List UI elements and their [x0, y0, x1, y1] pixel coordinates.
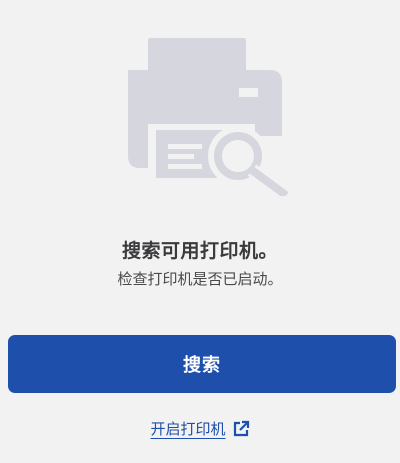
- printer-search-icon: [128, 38, 291, 196]
- turn-on-printer-link[interactable]: 开启打印机: [0, 418, 400, 439]
- turn-on-printer-label: 开启打印机: [150, 420, 226, 438]
- empty-state-title: 搜索可用打印机。: [121, 240, 278, 262]
- search-button[interactable]: 搜索: [8, 335, 396, 393]
- empty-state-subtitle: 检查打印机是否已启动。: [117, 270, 283, 288]
- printer-search-page: 搜索可用打印机。 检查打印机是否已启动。 搜索 开启打印机: [0, 0, 400, 463]
- external-link-icon: [233, 420, 249, 436]
